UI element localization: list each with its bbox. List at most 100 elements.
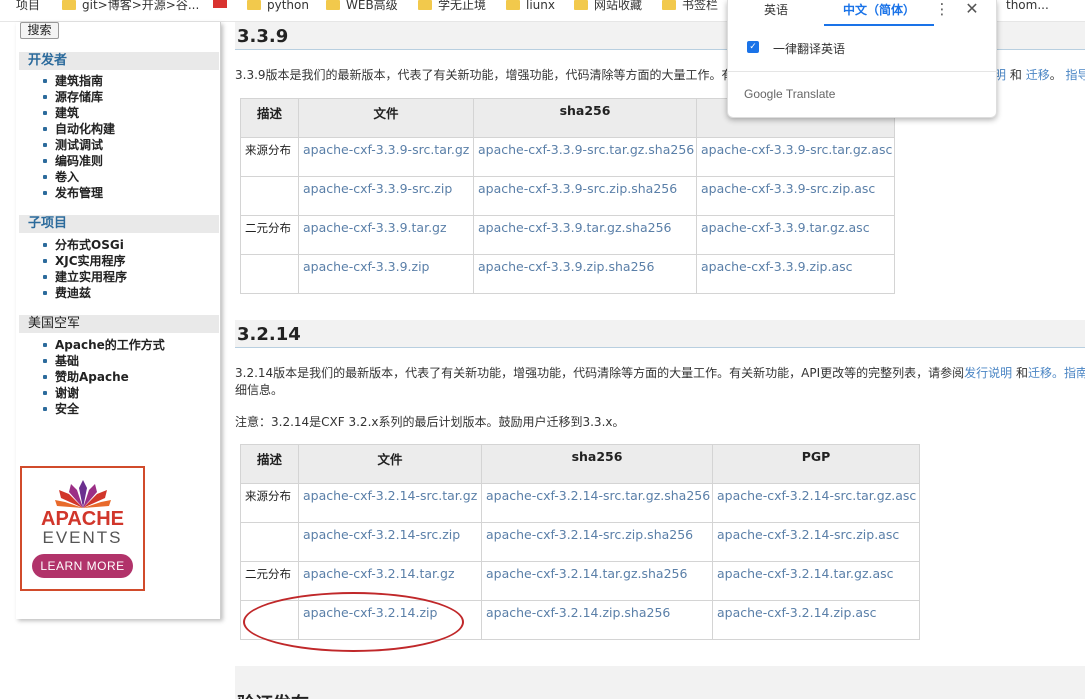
pgp-link[interactable]: apache-cxf-3.2.14.tar.gz.asc xyxy=(712,561,920,601)
pgp-link[interactable]: apache-cxf-3.3.9-src.zip.asc xyxy=(696,176,895,216)
bookmark-web[interactable]: WEB高级 xyxy=(326,0,398,18)
sha256-link[interactable]: apache-cxf-3.2.14.zip.sha256 xyxy=(481,600,713,640)
sidebar-item-release-management[interactable]: 发布管理 xyxy=(16,185,115,201)
migration-link[interactable]: 迁移 xyxy=(1026,68,1050,82)
release-339-download-table: 描述 文件 sha256 来源分布 apache-cxf-3.3.9-src.t… xyxy=(240,98,895,294)
column-header-sha256: sha256 xyxy=(473,98,697,138)
pgp-link[interactable]: apache-cxf-3.3.9-src.tar.gz.asc xyxy=(696,137,895,177)
divider xyxy=(728,71,998,72)
learn-more-button[interactable]: LEARN MORE xyxy=(32,554,133,578)
sha256-link[interactable]: apache-cxf-3.2.14.tar.gz.sha256 xyxy=(481,561,713,601)
folder-icon xyxy=(326,0,340,10)
pgp-link[interactable]: apache-cxf-3.2.14.zip.asc xyxy=(712,600,920,640)
sha256-link[interactable]: apache-cxf-3.3.9-src.zip.sha256 xyxy=(473,176,697,216)
sidebar-item-apache-way[interactable]: Apache的工作方式 xyxy=(16,337,165,353)
sidebar-subprojects-title: 子项目 xyxy=(19,215,219,233)
apache-feather-logo-icon xyxy=(55,480,111,508)
bookmark-thom[interactable]: thom... xyxy=(1000,0,1049,18)
release-339-heading: 3.3.9 xyxy=(237,26,289,47)
pgp-link[interactable]: apache-cxf-3.3.9.tar.gz.asc xyxy=(696,215,895,255)
file-link[interactable]: apache-cxf-3.3.9-src.tar.gz xyxy=(298,137,474,177)
bookmark-python[interactable]: python xyxy=(247,0,309,18)
row-description xyxy=(240,176,299,216)
sidebar-item-xjc-utils[interactable]: XJC实用程序 xyxy=(16,253,127,269)
sidebar-item-dosgi[interactable]: 分布式OSGi xyxy=(16,237,127,253)
release-3214-heading: 3.2.14 xyxy=(237,324,301,345)
release-3214-heading-bar: 3.2.14 xyxy=(235,320,1085,348)
migration-link[interactable]: 迁移 xyxy=(1028,366,1052,380)
release-339-intro: 3.3.9版本是我们的最新版本，代表了有关新功能，增强功能，代码清除等方面的大量… xyxy=(235,68,734,82)
pgp-link[interactable]: apache-cxf-3.2.14-src.tar.gz.asc xyxy=(712,483,920,523)
folder-icon xyxy=(574,0,588,10)
bookmark-favorites[interactable]: 网站收藏 xyxy=(574,0,642,18)
row-description: 来源分布 xyxy=(240,483,299,523)
tab-target-language[interactable]: 中文（简体） xyxy=(824,0,934,26)
sidebar-developers-title: 开发者 xyxy=(19,52,219,70)
file-link[interactable]: apache-cxf-3.2.14-src.zip xyxy=(298,522,482,562)
sidebar-item-sponsor-apache[interactable]: 赞助Apache xyxy=(16,369,165,385)
file-link[interactable]: apache-cxf-3.3.9.zip xyxy=(298,254,474,294)
table-row: apache-cxf-3.2.14-src.zip apache-cxf-3.2… xyxy=(240,522,920,562)
sidebar-item-getting-involved[interactable]: 卷入 xyxy=(16,169,115,185)
ad-title-events: EVENTS xyxy=(42,528,123,547)
translate-popup: 英语 中文（简体） ⋮ ✕ ✓ 一律翻译英语 Google Translate xyxy=(727,0,998,118)
release-3214-note: 注意：3.2.14是CXF 3.2.x系列的最后计划版本。鼓励用户迁移到3.3.… xyxy=(235,415,625,429)
google-translate-brand: Google Translate xyxy=(744,87,836,101)
file-link[interactable]: apache-cxf-3.3.9-src.zip xyxy=(298,176,474,216)
bookmark-projects[interactable]: 项目 xyxy=(2,0,40,18)
column-header-description: 描述 xyxy=(240,444,299,484)
pgp-link[interactable]: apache-cxf-3.2.14-src.zip.asc xyxy=(712,522,920,562)
row-description: 二元分布 xyxy=(240,215,299,255)
sidebar-item-foundation[interactable]: 基础 xyxy=(16,353,165,369)
sidebar-item-source-repo[interactable]: 源存储库 xyxy=(16,89,115,105)
sha256-link[interactable]: apache-cxf-3.3.9-src.tar.gz.sha256 xyxy=(473,137,697,177)
sha256-link[interactable]: apache-cxf-3.3.9.tar.gz.sha256 xyxy=(473,215,697,255)
sidebar-item-fediz[interactable]: 费迪兹 xyxy=(16,285,127,301)
verify-release-heading: 验证发布 xyxy=(237,690,309,699)
tab-source-language[interactable]: 英语 xyxy=(728,0,824,26)
release-339-intro-links: 明 和 迁移。 指导 xyxy=(994,66,1085,83)
always-translate-checkbox[interactable]: ✓ xyxy=(747,41,759,53)
file-link[interactable]: apache-cxf-3.2.14-src.tar.gz xyxy=(298,483,482,523)
column-header-file: 文件 xyxy=(298,444,482,484)
close-icon[interactable]: ✕ xyxy=(962,0,982,20)
sidebar-item-build-utils[interactable]: 建立实用程序 xyxy=(16,269,127,285)
pgp-link[interactable]: apache-cxf-3.3.9.zip.asc xyxy=(696,254,895,294)
search-button[interactable]: 搜索 xyxy=(20,22,59,39)
verify-release-heading-bar: 验证发布 xyxy=(235,666,1085,699)
sidebar-item-automated-builds[interactable]: 自动化构建 xyxy=(16,121,115,137)
sha256-link[interactable]: apache-cxf-3.2.14-src.zip.sha256 xyxy=(481,522,713,562)
always-translate-label: 一律翻译英语 xyxy=(773,42,846,56)
folder-icon xyxy=(418,0,432,10)
sha256-link[interactable]: apache-cxf-3.3.9.zip.sha256 xyxy=(473,254,697,294)
guide-link[interactable]: 。指南 xyxy=(1052,366,1085,380)
release-3214-intro: 3.2.14版本是我们的最新版本，代表了有关新功能，增强功能，代码清除等方面的大… xyxy=(235,364,1085,381)
sidebar-item-thanks[interactable]: 谢谢 xyxy=(16,385,165,401)
bookmark-git[interactable]: git>博客>开源>谷... xyxy=(62,0,199,18)
more-options-icon[interactable]: ⋮ xyxy=(934,0,950,20)
bookmark-learning[interactable]: 学无止境 xyxy=(418,0,486,18)
sidebar-asf-title: 美国空军 xyxy=(19,315,219,333)
table-row: 来源分布 apache-cxf-3.3.9-src.tar.gz apache-… xyxy=(240,137,895,177)
row-description: 来源分布 xyxy=(240,137,299,177)
apache-events-ad[interactable]: APACHE EVENTS LEARN MORE xyxy=(20,466,145,591)
sidebar-item-security[interactable]: 安全 xyxy=(16,401,165,417)
sidebar-item-testing-debugging[interactable]: 测试调试 xyxy=(16,137,115,153)
column-header-sha256: sha256 xyxy=(481,444,713,484)
column-header-pgp: PGP xyxy=(712,444,920,484)
row-description: 二元分布 xyxy=(240,561,299,601)
bookmark-site-icon[interactable] xyxy=(213,0,227,8)
sidebar-item-building[interactable]: 建筑 xyxy=(16,105,115,121)
folder-icon xyxy=(662,0,676,10)
sidebar-item-building-guide[interactable]: 建筑指南 xyxy=(16,73,115,89)
sidebar-subprojects-list: 分布式OSGi XJC实用程序 建立实用程序 费迪兹 xyxy=(16,237,127,301)
sha256-link[interactable]: apache-cxf-3.2.14-src.tar.gz.sha256 xyxy=(481,483,713,523)
bookmark-linux[interactable]: liunx xyxy=(506,0,555,18)
row-description xyxy=(240,522,299,562)
sidebar-item-coding-guidelines[interactable]: 编码准则 xyxy=(16,153,115,169)
release-notes-link[interactable]: 发行说明 xyxy=(964,366,1012,380)
sidebar-developers-list: 建筑指南 源存储库 建筑 自动化构建 测试调试 编码准则 卷入 发布管理 xyxy=(16,73,115,201)
guide-link[interactable]: 指导 xyxy=(1066,68,1085,82)
bookmark-bar-folder[interactable]: 书签栏 xyxy=(662,0,718,18)
file-link[interactable]: apache-cxf-3.3.9.tar.gz xyxy=(298,215,474,255)
